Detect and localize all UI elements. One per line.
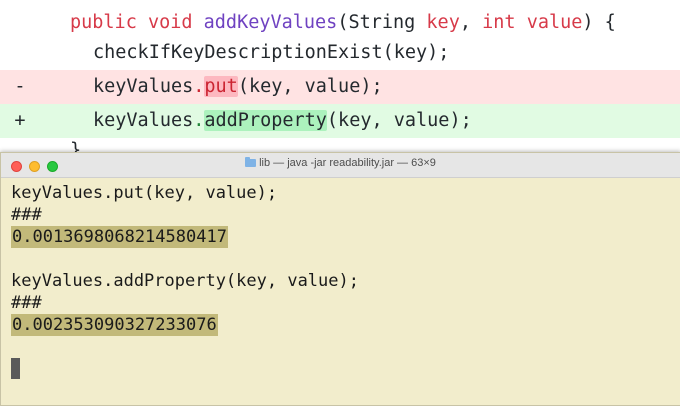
removed-marker: - — [14, 76, 26, 97]
terminal-prompt-line[interactable] — [11, 358, 680, 380]
method-signature: public void addKeyValues(String key, int… — [70, 6, 616, 40]
keyword-public-void: public void — [70, 12, 204, 33]
code-args: (key, value); — [326, 110, 472, 131]
folder-icon — [245, 157, 257, 167]
param-key: key — [426, 12, 460, 33]
terminal-window[interactable]: lib — java -jar readability.jar — 63×9 k… — [0, 152, 680, 406]
terminal-title-text: lib — java -jar readability.jar — 63×9 — [259, 157, 436, 169]
diff-line-removed: - keyValues.put(key, value); — [0, 70, 680, 104]
added-code: keyValues.addProperty(key, value); — [93, 104, 472, 138]
result-value-addproperty: 0.002353090327233076 — [11, 314, 218, 336]
code-diff-view: public void addKeyValues(String key, int… — [0, 0, 680, 161]
terminal-line: keyValues.put(key, value); — [11, 183, 278, 203]
added-marker: + — [14, 110, 26, 131]
signature-close: ) { — [582, 12, 616, 33]
result-value-put: 0.0013698068214580417 — [11, 226, 228, 248]
terminal-line: keyValues.addProperty(key, value); — [11, 271, 359, 291]
diff-line-added: + keyValues.addProperty(key, value); — [0, 104, 680, 138]
method-name: addKeyValues — [203, 12, 338, 33]
param-value: value — [526, 12, 583, 33]
added-highlight: addProperty — [204, 110, 327, 131]
code-object: keyValues — [93, 110, 194, 131]
terminal-output[interactable]: keyValues.put(key, value); ### 0.0013698… — [1, 178, 680, 405]
diff-line-context: checkIfKeyDescriptionExist(key); — [0, 36, 680, 70]
removed-code: keyValues.put(key, value); — [93, 70, 383, 104]
terminal-line-result: 0.0013698068214580417 — [11, 226, 680, 248]
code-object: keyValues — [93, 76, 194, 97]
terminal-line: ### — [11, 293, 42, 313]
code-args: (key, value); — [237, 76, 383, 97]
removed-highlight: put — [204, 76, 238, 97]
terminal-line: ### — [11, 205, 42, 225]
keyword-int: int — [482, 12, 516, 33]
terminal-title: lib — java -jar readability.jar — 63×9 — [1, 157, 680, 169]
code-dot: . — [193, 76, 205, 97]
param-space — [516, 12, 527, 33]
param-separator: , — [459, 12, 483, 33]
text-cursor — [11, 358, 20, 379]
terminal-line-result: 0.002353090327233076 — [11, 314, 680, 336]
diff-line-method-signature: public void addKeyValues(String key, int… — [0, 6, 680, 40]
code-dot: . — [193, 110, 205, 131]
param-type-string: (String — [337, 12, 427, 33]
terminal-titlebar[interactable]: lib — java -jar readability.jar — 63×9 — [1, 153, 680, 178]
code-text: checkIfKeyDescriptionExist(key); — [93, 42, 450, 63]
